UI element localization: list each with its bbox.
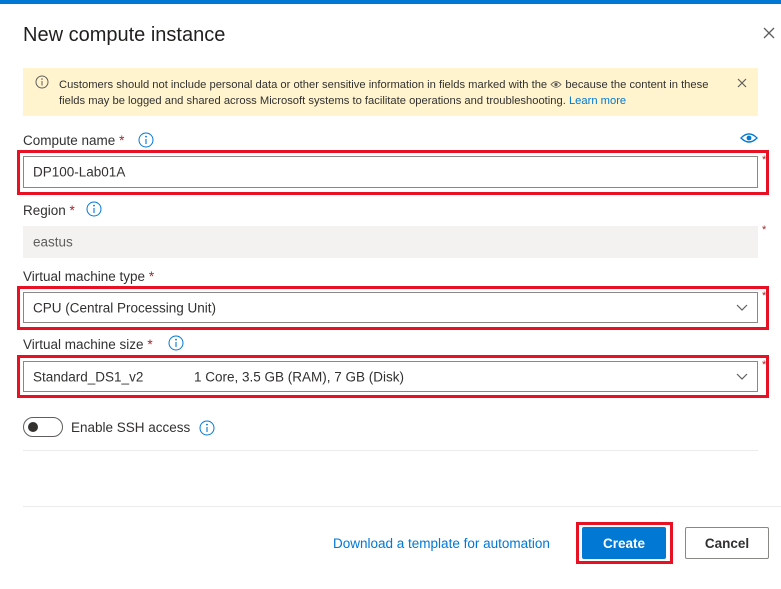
required-marker: * (119, 133, 125, 148)
privacy-banner: Customers should not include personal da… (23, 68, 758, 116)
compute-name-label: Compute name * (23, 133, 124, 148)
chevron-down-icon (736, 304, 748, 311)
required-asterisk: * (762, 290, 767, 302)
banner-text-before: Customers should not include personal da… (59, 79, 548, 91)
info-icon[interactable] (168, 335, 184, 351)
learn-more-link[interactable]: Learn more (569, 95, 626, 107)
top-accent-bar (0, 0, 781, 4)
banner-close-icon[interactable] (735, 76, 749, 90)
ssh-toggle-label: Enable SSH access (71, 420, 191, 435)
info-icon (35, 75, 49, 89)
info-icon[interactable] (199, 420, 215, 436)
ssh-toggle[interactable] (23, 417, 63, 437)
eye-icon (550, 81, 562, 88)
vm-size-select[interactable]: Standard_DS1_v2 1 Core, 3.5 GB (RAM), 7 … (23, 361, 758, 392)
region-field: eastus (23, 226, 758, 258)
vm-size-label-text: Virtual machine size (23, 337, 144, 352)
info-icon[interactable] (138, 132, 154, 148)
download-template-link[interactable]: Download a template for automation (333, 536, 550, 551)
region-value: eastus (33, 234, 73, 250)
required-marker: * (147, 337, 153, 352)
footer-divider (23, 506, 781, 507)
dialog-title: New compute instance (23, 24, 226, 46)
vm-type-value: CPU (Central Processing Unit) (33, 300, 217, 315)
chevron-down-icon (736, 373, 748, 380)
region-label-text: Region (23, 203, 66, 218)
vm-type-label: Virtual machine type * (23, 269, 154, 284)
toggle-knob (28, 422, 38, 432)
region-label: Region * (23, 203, 75, 218)
required-marker: * (69, 203, 75, 218)
banner-message: Customers should not include personal da… (59, 77, 719, 109)
vm-size-detail: 1 Core, 3.5 GB (RAM), 7 GB (Disk) (194, 369, 405, 384)
required-marker: * (148, 269, 155, 284)
required-asterisk: * (762, 154, 767, 166)
create-button[interactable]: Create (582, 527, 666, 559)
divider (23, 450, 758, 451)
compute-name-input[interactable]: DP100-Lab01A (23, 156, 758, 188)
compute-name-label-text: Compute name (23, 133, 116, 148)
compute-name-value: DP100-Lab01A (33, 164, 126, 180)
vm-type-select[interactable]: CPU (Central Processing Unit) (23, 292, 758, 323)
cancel-button[interactable]: Cancel (685, 527, 769, 559)
required-asterisk: * (762, 224, 767, 236)
eye-icon (740, 133, 758, 143)
vm-size-label: Virtual machine size * (23, 337, 153, 352)
vm-type-label-text: Virtual machine type (23, 269, 146, 284)
required-asterisk: * (762, 359, 767, 371)
vm-size-name: Standard_DS1_v2 (33, 369, 144, 384)
info-icon[interactable] (86, 201, 102, 217)
close-icon[interactable] (758, 22, 780, 44)
